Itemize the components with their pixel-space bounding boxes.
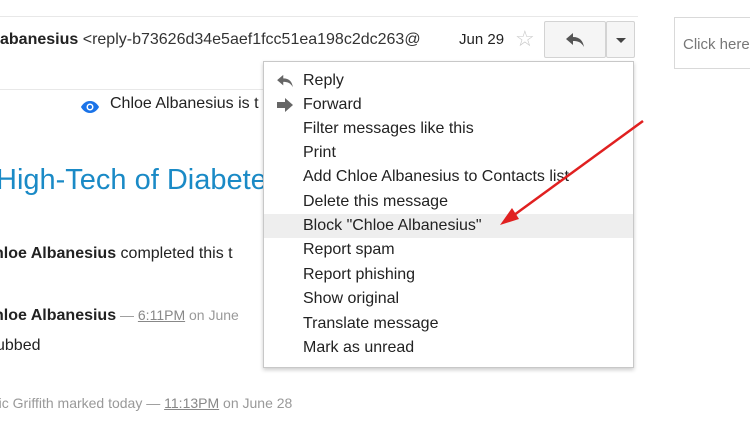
menu-item-label: Report phishing xyxy=(303,266,416,283)
comment-time-link[interactable]: 6:11PM xyxy=(138,307,185,323)
comment-date: on June xyxy=(185,307,239,323)
menu-item-mark-unread[interactable]: Mark as unread xyxy=(264,336,633,360)
menu-item-forward[interactable]: Forward xyxy=(264,93,633,117)
menu-item-delete[interactable]: Delete this message xyxy=(264,190,633,214)
menu-item-label: Forward xyxy=(303,96,362,113)
more-options-button[interactable] xyxy=(606,21,635,58)
dash: — xyxy=(116,307,138,323)
menu-item-translate[interactable]: Translate message xyxy=(264,312,633,336)
forward-icon xyxy=(277,98,293,112)
side-input-box[interactable]: Click here xyxy=(674,17,750,69)
chevron-down-icon xyxy=(616,38,626,43)
menu-item-label: Block "Chloe Albanesius" xyxy=(303,217,482,234)
menu-item-report-phishing[interactable]: Report phishing xyxy=(264,263,633,287)
message-actions-menu: Reply Forward Filter messages like this … xyxy=(263,61,634,368)
menu-item-reply[interactable]: Reply xyxy=(264,69,633,93)
click-here-placeholder: Click here xyxy=(683,36,750,53)
menu-item-label: Show original xyxy=(303,290,400,307)
comment-header: hloe Albanesius — 6:11PM on June xyxy=(0,307,239,325)
reply-icon xyxy=(566,33,584,47)
menu-item-filter[interactable]: Filter messages like this xyxy=(264,117,633,141)
menu-item-show-original[interactable]: Show original xyxy=(264,287,633,311)
menu-item-label: Add Chloe Albanesius to Contacts list xyxy=(303,168,569,185)
marked-suffix: on June 28 xyxy=(219,395,293,411)
menu-item-label: Report spam xyxy=(303,241,395,258)
message-date: Jun 29 xyxy=(459,31,505,48)
reply-icon xyxy=(277,74,293,88)
activity-line: hloe Albanesius completed this t xyxy=(0,245,233,263)
commenter-name: hloe Albanesius xyxy=(0,307,117,324)
message-title[interactable]: High-Tech of Diabete xyxy=(0,164,267,197)
header-divider xyxy=(0,16,638,17)
comment-text: ubbed xyxy=(0,337,41,354)
star-icon[interactable]: ☆ xyxy=(515,26,535,52)
sender-name[interactable]: abanesius xyxy=(0,31,78,48)
marked-prefix: ric Griffith marked today — xyxy=(0,395,165,411)
tracking-notice: Chloe Albanesius is t xyxy=(110,95,259,112)
divider xyxy=(0,89,270,90)
menu-item-label: Translate message xyxy=(303,315,439,332)
side-panel-icon: ◖ xyxy=(690,0,700,4)
menu-item-label: Reply xyxy=(303,72,344,89)
marked-line: ric Griffith marked today — 11:13PM on J… xyxy=(0,395,292,411)
sender: abanesius <reply-b73626d34e5aef1fcc51ea1… xyxy=(0,31,421,49)
actor-name: hloe Albanesius xyxy=(0,245,117,262)
marked-time-link[interactable]: 11:13PM xyxy=(164,395,219,411)
menu-item-label: Filter messages like this xyxy=(303,120,474,137)
menu-item-block[interactable]: Block "Chloe Albanesius" xyxy=(264,214,633,238)
reply-button[interactable] xyxy=(544,21,606,58)
menu-item-print[interactable]: Print xyxy=(264,141,633,165)
menu-item-report-spam[interactable]: Report spam xyxy=(264,238,633,262)
menu-item-add-contact[interactable]: Add Chloe Albanesius to Contacts list xyxy=(264,165,633,189)
eye-icon xyxy=(81,101,99,113)
activity-text: completed this t xyxy=(116,245,233,262)
menu-item-label: Mark as unread xyxy=(303,339,415,356)
menu-item-label: Print xyxy=(303,144,336,161)
sender-address: <reply-b73626d34e5aef1fcc51ea198c2dc263@ xyxy=(82,31,421,48)
menu-item-label: Delete this message xyxy=(303,193,448,210)
